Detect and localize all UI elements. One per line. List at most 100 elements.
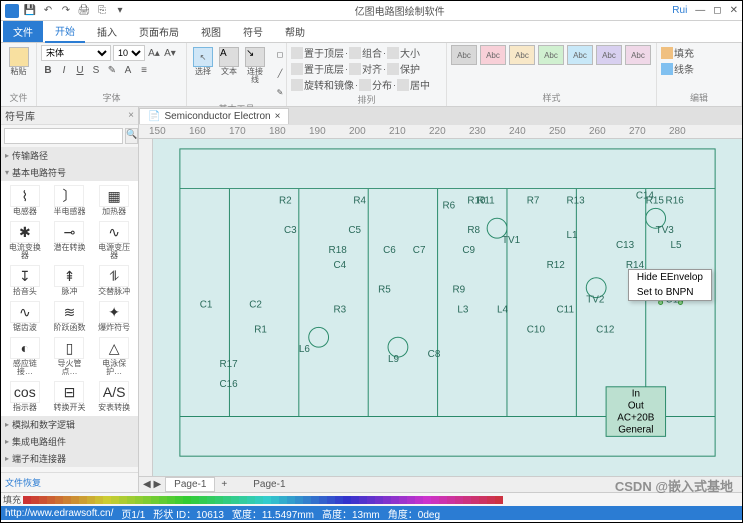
fill-button[interactable]: 填充 [674,45,694,60]
color-swatch[interactable] [303,496,311,504]
color-swatch[interactable] [423,496,431,504]
color-swatch[interactable] [159,496,167,504]
color-swatch[interactable] [359,496,367,504]
symbol-item[interactable]: ✱电流变换器 [3,219,47,262]
bring-front[interactable]: 置于顶层 [304,45,344,60]
color-swatch[interactable] [263,496,271,504]
font-size-select[interactable]: 10 [113,45,145,61]
ctx-hide-envelope[interactable]: Hide EEnvelop [629,270,711,285]
color-swatch[interactable] [215,496,223,504]
tab-layout[interactable]: 页面布局 [129,21,189,42]
send-back[interactable]: 置于底层 [304,61,344,76]
symbol-item[interactable]: ∿锯齿波 [3,299,47,334]
symbol-item[interactable]: ≋阶跃函数 [48,299,92,334]
color-swatch[interactable] [295,496,303,504]
color-swatch[interactable] [255,496,263,504]
paste-button[interactable]: 粘贴 [5,45,32,78]
color-swatch[interactable] [479,496,487,504]
symbol-item[interactable]: cos指示器 [3,379,47,414]
center[interactable]: 居中 [410,77,430,92]
color-swatch[interactable] [327,496,335,504]
symbol-item[interactable]: ✦爆炸符号 [92,299,136,334]
qat-undo-icon[interactable]: ↶ [41,4,55,18]
highlight-button[interactable]: ✎ [105,63,119,77]
style-swatch[interactable]: Abc [538,45,564,65]
font-color-button[interactable]: A [121,63,135,77]
color-swatch[interactable] [87,496,95,504]
symbol-item[interactable]: ⇞脉冲 [48,263,92,298]
color-swatch[interactable] [431,496,439,504]
color-swatch[interactable] [375,496,383,504]
maximize-icon[interactable]: ◻ [713,5,721,16]
text-tool[interactable]: A文本 [217,45,241,78]
style-swatch[interactable]: Abc [625,45,651,65]
symbol-search-input[interactable] [4,128,123,144]
color-swatch[interactable] [415,496,423,504]
symbol-item[interactable]: ↧拾音头 [3,263,47,298]
rotate[interactable]: 旋转和镜像 [304,77,354,92]
symbol-item[interactable]: ◐感应链接… [3,335,47,378]
symbol-item[interactable]: ▯导火管点… [48,335,92,378]
color-swatch[interactable] [31,496,39,504]
minimize-icon[interactable]: — [695,5,705,16]
symbol-item[interactable]: ⥮交替脉冲 [92,263,136,298]
color-swatch[interactable] [151,496,159,504]
color-swatch[interactable] [55,496,63,504]
tab-help[interactable]: 帮助 [275,21,315,42]
drawing-canvas[interactable]: C1C2C3C4C5C6C7C8C9C10C11C12C13C14C15C16R… [153,139,742,476]
ctx-set-bnpn[interactable]: Set to BNPN [629,285,711,300]
color-swatch[interactable] [383,496,391,504]
qat-more-icon[interactable]: ▾ [113,4,127,18]
tab-symbols[interactable]: 符号 [233,21,273,42]
style-swatch[interactable]: Abc [480,45,506,65]
accordion-header[interactable]: 集成电路组件 [1,433,138,450]
symbol-item[interactable]: ⊸潜在转换 [48,219,92,262]
color-swatch[interactable] [239,496,247,504]
color-swatch[interactable] [487,496,495,504]
color-swatch[interactable] [463,496,471,504]
accordion-header[interactable]: 传输路径 [1,147,138,164]
color-swatch[interactable] [119,496,127,504]
qat-export-icon[interactable]: ⎘ [95,4,109,18]
color-swatch[interactable] [183,496,191,504]
color-swatch[interactable] [351,496,359,504]
color-swatch[interactable] [311,496,319,504]
document-tab[interactable]: 📄 Semiconductor Electron × [139,108,289,124]
style-swatch[interactable]: Abc [567,45,593,65]
accordion-header[interactable]: 基本电路符号 [1,164,138,181]
color-swatch[interactable] [407,496,415,504]
color-swatch[interactable] [279,496,287,504]
color-swatch[interactable] [391,496,399,504]
color-swatch[interactable] [71,496,79,504]
style-swatch[interactable]: Abc [596,45,622,65]
color-swatch[interactable] [143,496,151,504]
color-swatch[interactable] [231,496,239,504]
color-swatch[interactable] [175,496,183,504]
distribute[interactable]: 分布 [372,77,392,92]
qat-save-icon[interactable]: 💾 [23,4,37,18]
symbol-item[interactable]: A/S安表转换 [92,379,136,414]
color-swatch[interactable] [439,496,447,504]
color-swatch[interactable] [343,496,351,504]
search-button-icon[interactable]: 🔍 [125,128,138,144]
tab-insert[interactable]: 插入 [87,21,127,42]
qat-redo-icon[interactable]: ↷ [59,4,73,18]
protect[interactable]: 保护 [400,61,420,76]
context-menu[interactable]: Hide EEnvelop Set to BNPN [628,269,712,301]
color-swatch[interactable] [271,496,279,504]
color-swatch[interactable] [447,496,455,504]
color-swatch[interactable] [471,496,479,504]
color-swatch[interactable] [399,496,407,504]
tab-home[interactable]: 开始 [45,20,85,43]
color-swatch[interactable] [79,496,87,504]
symbol-item[interactable]: ▦加热器 [92,183,136,218]
symbol-item[interactable]: 〕半电感器 [48,183,92,218]
color-swatch[interactable] [455,496,463,504]
qat-print-icon[interactable]: 🖨 [77,4,91,18]
color-swatch[interactable] [247,496,255,504]
color-swatch[interactable] [495,496,503,504]
font-name-select[interactable]: 宋体 [41,45,111,61]
color-swatch[interactable] [47,496,55,504]
align-button[interactable]: ≡ [137,63,151,77]
color-swatch[interactable] [199,496,207,504]
